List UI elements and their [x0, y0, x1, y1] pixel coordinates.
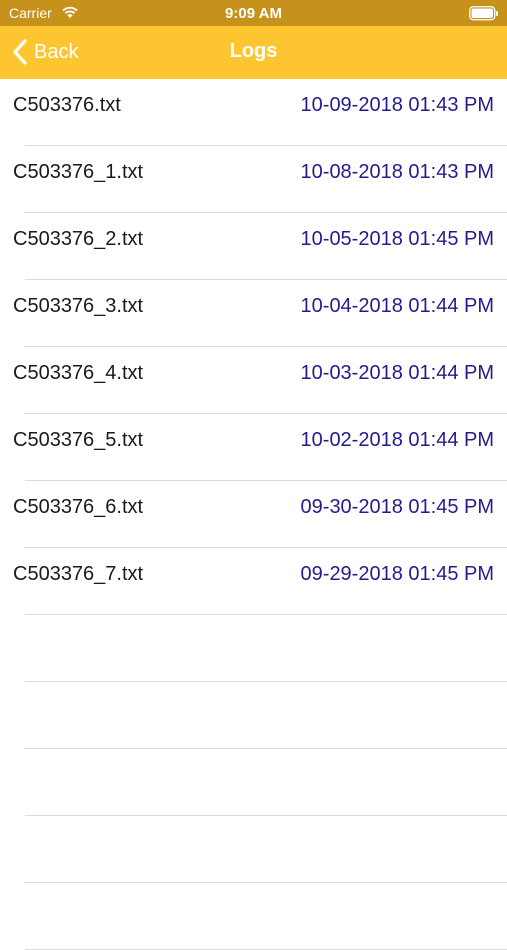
status-time: 9:09 AM — [225, 5, 282, 22]
log-date: 10-08-2018 01:43 PM — [300, 161, 494, 183]
log-row[interactable]: C503376_1.txt 10-08-2018 01:43 PM — [0, 146, 507, 213]
log-file-name: C503376_6.txt — [13, 496, 144, 518]
log-date: 09-30-2018 01:45 PM — [300, 496, 494, 518]
log-date: 09-29-2018 01:45 PM — [300, 563, 494, 585]
logs-list: C503376.txt 10-09-2018 01:43 PM C503376_… — [0, 79, 507, 950]
empty-row — [0, 682, 507, 749]
log-file-name: C503376_4.txt — [13, 362, 144, 384]
empty-row — [0, 749, 507, 816]
empty-row — [0, 615, 507, 682]
log-file-name: C503376_2.txt — [13, 228, 144, 250]
log-file-name: C503376_3.txt — [13, 295, 144, 317]
empty-row — [0, 816, 507, 883]
log-file-name: C503376_5.txt — [13, 429, 144, 451]
log-date: 10-02-2018 01:44 PM — [300, 429, 494, 451]
navigation-bar: Back Logs — [0, 26, 507, 79]
empty-row — [0, 883, 507, 950]
log-row[interactable]: C503376_2.txt 10-05-2018 01:45 PM — [0, 213, 507, 280]
status-bar: Carrier 9:09 AM — [0, 0, 507, 26]
log-date: 10-05-2018 01:45 PM — [300, 228, 494, 250]
log-file-name: C503376.txt — [13, 94, 121, 116]
battery-icon — [469, 6, 498, 21]
log-date: 10-03-2018 01:44 PM — [300, 362, 494, 384]
log-row[interactable]: C503376_4.txt 10-03-2018 01:44 PM — [0, 347, 507, 414]
log-date: 10-09-2018 01:43 PM — [300, 94, 494, 116]
log-file-name: C503376_1.txt — [13, 161, 144, 183]
log-row[interactable]: C503376_7.txt 09-29-2018 01:45 PM — [0, 548, 507, 615]
log-row[interactable]: C503376_3.txt 10-04-2018 01:44 PM — [0, 280, 507, 347]
log-row[interactable]: C503376_5.txt 10-02-2018 01:44 PM — [0, 414, 507, 481]
log-row[interactable]: C503376_6.txt 09-30-2018 01:45 PM — [0, 481, 507, 548]
page-title: Logs — [229, 40, 278, 62]
log-row[interactable]: C503376.txt 10-09-2018 01:43 PM — [0, 79, 507, 146]
log-date: 10-04-2018 01:44 PM — [300, 295, 494, 317]
log-file-name: C503376_7.txt — [13, 563, 144, 585]
